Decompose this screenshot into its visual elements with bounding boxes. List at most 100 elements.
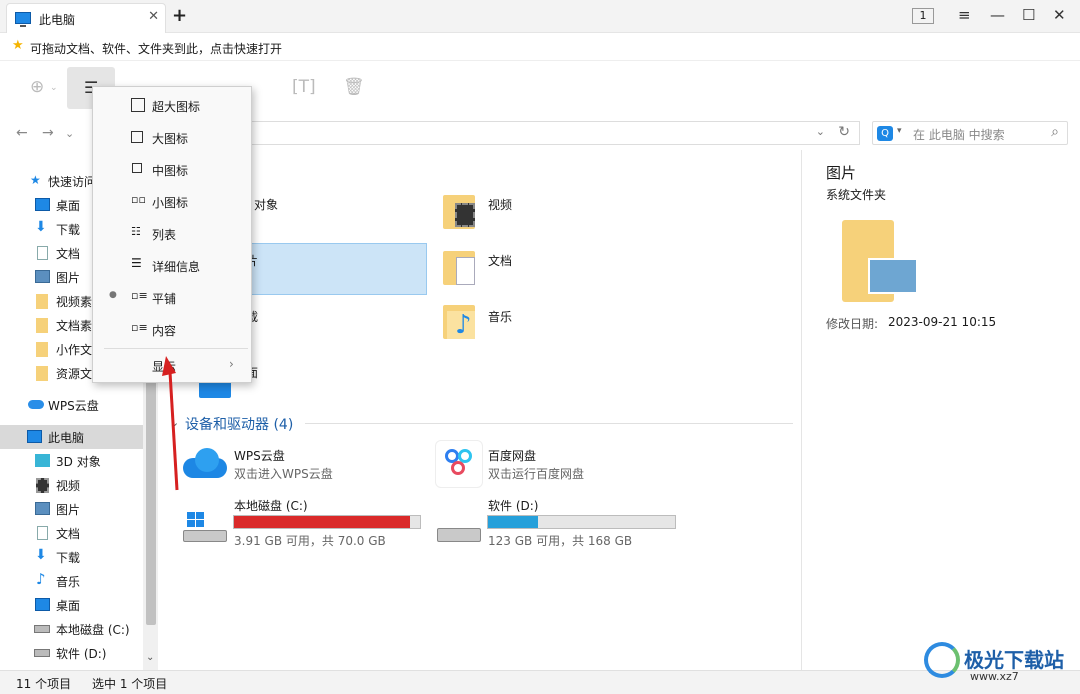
folder-label[interactable]: 对象 xyxy=(254,196,278,213)
new-icon[interactable]: ⊕ xyxy=(30,77,44,97)
menu-item-large-icons[interactable]: 大图标 xyxy=(93,121,251,153)
nav-label: 文档素 xyxy=(56,319,93,333)
computer-icon xyxy=(15,12,31,27)
drive-name[interactable]: WPS云盘 xyxy=(234,447,285,464)
menu-item-list[interactable]: ☷ 列表 xyxy=(93,217,251,249)
menu-item-content[interactable]: ▫≡ 内容 xyxy=(93,313,251,345)
windows-drive-icon[interactable] xyxy=(183,512,227,544)
nav-label: 图片 xyxy=(56,271,81,285)
chevron-down-icon[interactable]: ⌄ xyxy=(50,83,58,93)
menu-item-details[interactable]: ☰ 详细信息 xyxy=(93,249,251,281)
annotation-arrow xyxy=(162,356,179,491)
menu-item-medium-icons[interactable]: 中图标 xyxy=(93,153,251,185)
menu-item-label: 超大图标 xyxy=(152,100,201,114)
search-placeholder: 在 此电脑 中搜索 xyxy=(913,128,1005,142)
nav-item-drive-d[interactable]: 软件 (D:) xyxy=(0,641,143,665)
back-arrow-icon[interactable]: ← xyxy=(16,125,28,141)
menu-item-extra-large-icons[interactable]: 超大图标 xyxy=(93,89,251,121)
menu-separator xyxy=(104,348,248,349)
forward-arrow-icon[interactable]: → xyxy=(42,125,54,141)
delete-icon[interactable]: 🗑 xyxy=(343,77,365,97)
desktop-icon xyxy=(35,198,50,211)
tab-close-icon[interactable]: ✕ xyxy=(148,9,159,24)
search-engine-icon[interactable]: Q xyxy=(877,126,893,141)
address-bar[interactable]: ⌄ ↻ xyxy=(250,121,860,145)
history-chevron-icon[interactable]: ⌄ xyxy=(65,127,74,140)
quick-launch-hint: 可拖动文档、软件、文件夹到此，点击快速打开 xyxy=(30,42,283,56)
nav-item-videos[interactable]: 视频 xyxy=(0,473,143,497)
watermark-url: www.xz7 xyxy=(970,670,1019,683)
section-header-devices[interactable]: 设备和驱动器 (4) xyxy=(185,414,293,434)
nav-item-desktop[interactable]: 桌面 xyxy=(0,593,143,617)
nav-item-pictures[interactable]: 图片 xyxy=(0,497,143,521)
extra-large-icons-icon xyxy=(131,98,145,112)
folder-label[interactable]: 文档 xyxy=(488,252,512,269)
nav-label: 本地磁盘 (C:) xyxy=(56,623,130,637)
content-icon: ▫≡ xyxy=(131,321,148,334)
list-icon: ☷ xyxy=(131,225,141,238)
folder-icon xyxy=(36,342,48,357)
menu-item-label: 小图标 xyxy=(152,196,189,210)
rename-icon[interactable]: [T] xyxy=(292,77,316,97)
watermark-text: 极光下载站 xyxy=(964,648,1064,672)
menu-item-tiles[interactable]: ● ▫≡ 平铺 xyxy=(93,281,251,313)
medium-icons-icon xyxy=(132,163,142,173)
music-folder-icon[interactable]: ♪ xyxy=(443,303,475,339)
menu-item-label: 中图标 xyxy=(152,164,189,178)
menu-item-label: 详细信息 xyxy=(152,260,201,274)
film-icon xyxy=(36,478,49,493)
watermark-logo-icon xyxy=(924,642,960,678)
nav-item-3d-objects[interactable]: 3D 对象 xyxy=(0,449,143,473)
folder-preview-icon xyxy=(842,220,918,302)
computer-icon xyxy=(27,430,42,443)
desktop-icon xyxy=(35,598,50,611)
nav-label: 下载 xyxy=(56,223,81,237)
drive-usage-bar xyxy=(233,515,421,529)
nav-label: 下载 xyxy=(56,551,81,565)
nav-item-wps-cloud[interactable]: WPS云盘 xyxy=(0,393,143,417)
menu-item-small-icons[interactable]: ▫▫ 小图标 xyxy=(93,185,251,217)
nav-item-documents[interactable]: 文档 xyxy=(0,521,143,545)
folder-label[interactable]: 音乐 xyxy=(488,308,512,325)
baidu-netdisk-icon[interactable] xyxy=(435,440,483,488)
search-dropdown-icon[interactable]: ▾ xyxy=(897,126,902,136)
chevron-right-icon: › xyxy=(229,357,234,371)
selected-count: 选中 1 个项目 xyxy=(92,677,168,691)
nav-item-downloads[interactable]: ⬇ 下载 xyxy=(0,545,143,569)
drive-name[interactable]: 软件 (D:) xyxy=(488,497,538,514)
search-icon[interactable]: ⌕ xyxy=(1051,124,1059,140)
nav-label: WPS云盘 xyxy=(48,399,99,413)
nav-item-drive-c[interactable]: 本地磁盘 (C:) xyxy=(0,617,143,641)
quick-launch-bar[interactable]: ★ 可拖动文档、软件、文件夹到此，点击快速打开 xyxy=(0,33,1080,61)
cloud-icon xyxy=(28,400,44,409)
drive-icon[interactable] xyxy=(437,522,481,544)
drive-subtitle: 双击进入WPS云盘 xyxy=(234,467,333,481)
address-chevron-icon[interactable]: ⌄ xyxy=(816,125,825,138)
minimize-button[interactable]: — xyxy=(990,6,1005,24)
documents-folder-icon[interactable] xyxy=(443,249,475,285)
scroll-down-icon[interactable]: ⌄ xyxy=(146,652,154,663)
document-icon xyxy=(37,246,48,260)
close-button[interactable]: ✕ xyxy=(1053,6,1066,24)
download-icon: ⬇ xyxy=(35,219,47,235)
tab-this-pc[interactable]: 此电脑 ✕ xyxy=(6,3,166,33)
nav-label: 此电脑 xyxy=(48,431,85,445)
tab-title: 此电脑 xyxy=(39,13,76,27)
window-count-badge[interactable]: 1 xyxy=(912,8,934,24)
maximize-button[interactable]: ☐ xyxy=(1022,6,1035,24)
nav-item-this-pc[interactable]: 此电脑 xyxy=(0,425,143,449)
search-input[interactable]: Q ▾ 在 此电脑 中搜索 ⌕ xyxy=(872,121,1068,145)
drive-name[interactable]: 百度网盘 xyxy=(488,447,536,464)
refresh-icon[interactable]: ↻ xyxy=(838,124,850,140)
item-count: 11 个项目 xyxy=(16,677,72,691)
picture-icon xyxy=(35,270,50,283)
drive-name[interactable]: 本地磁盘 (C:) xyxy=(234,497,308,514)
new-tab-button[interactable]: + xyxy=(172,5,187,26)
nav-item-music[interactable]: ♪ 音乐 xyxy=(0,569,143,593)
details-title: 图片 xyxy=(826,164,857,182)
menu-item-label: 平铺 xyxy=(152,292,177,306)
folder-label[interactable]: 视频 xyxy=(488,196,512,213)
menu-icon[interactable]: ≡ xyxy=(958,6,971,24)
nav-scrollbar-thumb[interactable] xyxy=(146,350,156,625)
videos-folder-icon[interactable] xyxy=(443,193,475,229)
